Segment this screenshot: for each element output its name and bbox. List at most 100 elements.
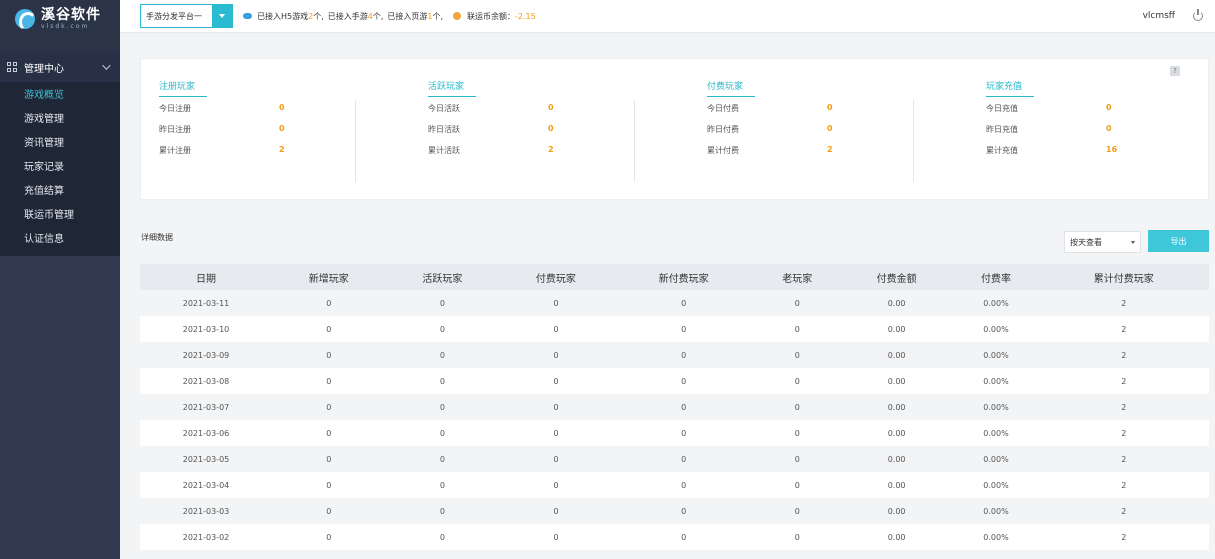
stat-label: 今日活跃 (428, 104, 460, 113)
brand-name: 溪谷软件 (41, 6, 101, 23)
export-button[interactable]: 导出 (1148, 230, 1209, 252)
table-cell: 0.00% (953, 290, 1039, 316)
table-cell: 0 (272, 316, 386, 342)
table-cell: 0 (499, 446, 613, 472)
sidebar-item[interactable]: 资讯管理 (0, 132, 120, 156)
help-icon[interactable]: ? (1170, 66, 1180, 76)
table-cell: 0.00% (953, 498, 1039, 524)
stat-label: 今日付费 (707, 104, 739, 113)
stat-label: 昨日充值 (986, 125, 1018, 134)
table-cell: 2 (1038, 446, 1209, 472)
power-icon[interactable] (1193, 9, 1203, 21)
table-cell: 0 (612, 368, 755, 394)
stat-label: 累计付费 (707, 146, 739, 155)
table-cell: 0 (272, 472, 386, 498)
table-row: 2021-03-06 0 0 0 0 0 0.00 0.00% 2 (140, 420, 1209, 446)
table-cell: 0 (612, 524, 755, 550)
brand-sub: vlsdk.com (41, 22, 90, 30)
table-cell: 2 (1038, 316, 1209, 342)
column-header[interactable]: 付费玩家 (499, 264, 613, 290)
table-cell: 0 (272, 368, 386, 394)
sidebar-item[interactable]: 游戏概览 (0, 84, 120, 108)
table-cell: 0 (272, 524, 386, 550)
column-header[interactable]: 新付费玩家 (612, 264, 755, 290)
chevron-down-icon (102, 61, 111, 70)
table-cell: 0 (754, 290, 840, 316)
table-cell: 2021-03-06 (140, 420, 273, 446)
table-cell: 0.00% (953, 368, 1039, 394)
stat-divider (913, 100, 914, 182)
stat-value: 0 (548, 124, 554, 133)
sidebar-item[interactable]: 联运币管理 (0, 204, 120, 228)
column-header[interactable]: 新增玩家 (272, 264, 386, 290)
column-header[interactable]: 日期 (140, 264, 273, 290)
stat-row: 今日注册 0 (141, 103, 420, 114)
table-cell: 0 (385, 420, 500, 446)
table-cell: 0 (385, 446, 500, 472)
table-cell: 0 (499, 420, 613, 446)
stat-value: 0 (1106, 103, 1112, 112)
column-header[interactable]: 累计付费玩家 (1038, 264, 1209, 290)
sidebar-item[interactable]: 充值结算 (0, 180, 120, 204)
stat-label: 累计活跃 (428, 146, 460, 155)
table-cell: 0 (499, 368, 613, 394)
table-cell: 0.00 (839, 316, 954, 342)
table-cell: 2021-03-02 (140, 524, 273, 550)
sidebar-item[interactable]: 认证信息 (0, 228, 120, 252)
sidebar-item[interactable]: 玩家记录 (0, 156, 120, 180)
logo[interactable]: 溪谷软件 vlsdk.com (0, 0, 120, 37)
column-header[interactable]: 付费金额 (839, 264, 954, 290)
table-cell: 0.00 (839, 524, 954, 550)
stat-row: 累计充值 16 (968, 145, 1215, 156)
stat-group-title: 活跃玩家 (428, 79, 476, 97)
menu-header-management[interactable]: 管理中心 (0, 52, 120, 82)
coin-icon (453, 12, 462, 20)
table-cell: 0 (385, 472, 500, 498)
stat-value: 0 (548, 103, 554, 112)
table-cell: 0.00% (953, 446, 1039, 472)
table-cell: 2 (1038, 290, 1209, 316)
table-cell: 0 (272, 498, 386, 524)
table-cell: 0 (272, 342, 386, 368)
platform-select[interactable]: 手游分发平台一 (140, 4, 233, 28)
stat-value: 0 (279, 124, 285, 133)
username[interactable]: vlcmsff (1143, 11, 1175, 21)
table-cell: 0 (754, 524, 840, 550)
stat-row: 今日充值 0 (968, 103, 1215, 114)
table-cell: 0 (499, 394, 613, 420)
table-cell: 0 (499, 472, 613, 498)
table-cell: 2021-03-05 (140, 446, 273, 472)
table-cell: 2021-03-04 (140, 472, 273, 498)
stat-group: 活跃玩家 今日活跃 0 昨日活跃 0 累计活跃 2 (410, 79, 689, 182)
column-header[interactable]: 老玩家 (754, 264, 840, 290)
stat-row: 累计活跃 2 (410, 145, 689, 156)
logo-icon (15, 8, 35, 29)
table-cell: 0 (612, 420, 755, 446)
sidebar: 溪谷软件 vlsdk.com 管理中心 游戏概览 游戏管理 资讯管理 玩家记录 充值结算… (0, 0, 120, 559)
caret-down-icon (1131, 240, 1135, 244)
table-cell: 2 (1038, 472, 1209, 498)
stat-row: 昨日付费 0 (689, 124, 968, 135)
platform-dropdown-button[interactable] (212, 5, 232, 27)
table-cell: 2 (1038, 368, 1209, 394)
stat-row: 昨日充值 0 (968, 124, 1215, 135)
table-cell: 0.00 (839, 446, 954, 472)
table-cell: 2 (1038, 342, 1209, 368)
table-cell: 0 (499, 342, 613, 368)
balance-value: -2.15 (515, 11, 536, 21)
column-header[interactable]: 付费率 (953, 264, 1039, 290)
view-mode-select[interactable]: 按天查看 (1064, 231, 1141, 253)
table-cell: 2021-03-07 (140, 394, 273, 420)
column-header[interactable]: 活跃玩家 (385, 264, 500, 290)
sidebar-item[interactable]: 游戏管理 (0, 108, 120, 132)
table-cell: 0 (385, 316, 500, 342)
table-cell: 0 (754, 446, 840, 472)
stat-label: 昨日注册 (159, 125, 191, 134)
table-cell: 2021-03-08 (140, 368, 273, 394)
grid-icon (7, 62, 17, 72)
table-cell: 0.00% (953, 316, 1039, 342)
platform-select-value: 手游分发平台一 (146, 11, 202, 21)
stat-group: 付费玩家 今日付费 0 昨日付费 0 累计付费 2 (689, 79, 968, 182)
table-row: 2021-03-03 0 0 0 0 0 0.00 0.00% 2 (140, 498, 1209, 524)
table-cell: 0 (272, 394, 386, 420)
